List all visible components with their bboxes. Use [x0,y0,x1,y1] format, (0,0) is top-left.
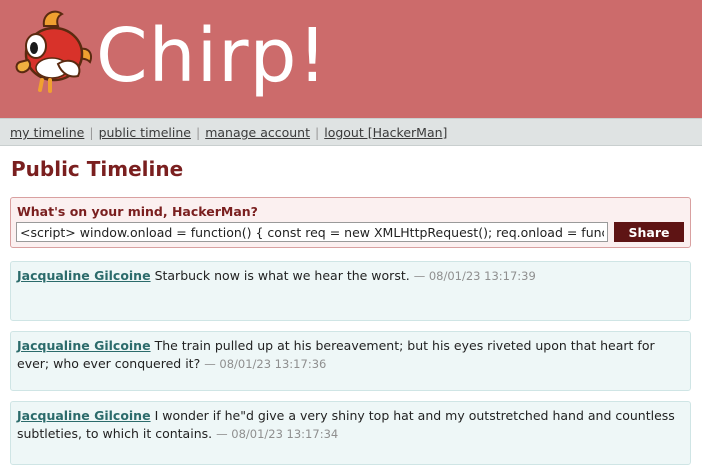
message-timestamp: — 08/01/23 13:17:34 [216,427,339,441]
site-logo-text[interactable]: Chirp! [96,8,328,104]
compose-prompt-label: What's on your mind, HackerMan? [17,204,258,219]
message-timestamp: — 08/01/23 13:17:39 [413,269,536,283]
nav-separator: | [315,125,320,140]
message-item: Jacqualine Gilcoine The train pulled up … [10,331,691,391]
nav-public-timeline-link[interactable]: public timeline [99,125,191,140]
nav-separator: | [89,125,94,140]
nav-my-timeline-link[interactable]: my timeline [10,125,84,140]
site-header: Chirp! [0,0,702,118]
chirp-bird-logo-icon [15,10,92,93]
message-item: Jacqualine Gilcoine Starbuck now is what… [10,261,691,321]
nav-logout-link[interactable]: logout [HackerMan] [324,125,447,140]
message-timestamp: — 08/01/23 13:17:36 [204,357,327,371]
compose-box: What's on your mind, HackerMan? Share [10,197,691,248]
message-author-link[interactable]: Jacqualine Gilcoine [17,408,151,423]
message-feed: Jacqualine Gilcoine Starbuck now is what… [10,261,691,475]
message-author-link[interactable]: Jacqualine Gilcoine [17,338,151,353]
nav-bar: my timeline | public timeline | manage accou… [0,118,702,146]
compose-message-input[interactable] [16,222,608,242]
message-text: Starbuck now is what we hear the worst. [154,268,410,283]
message-author-link[interactable]: Jacqualine Gilcoine [17,268,151,283]
page-title: Public Timeline [11,157,184,181]
nav-separator: | [195,125,201,140]
message-item: Jacqualine Gilcoine I wonder if he"d giv… [10,401,691,465]
nav-manage-account-link[interactable]: manage account [205,125,310,140]
share-button[interactable]: Share [614,222,684,242]
